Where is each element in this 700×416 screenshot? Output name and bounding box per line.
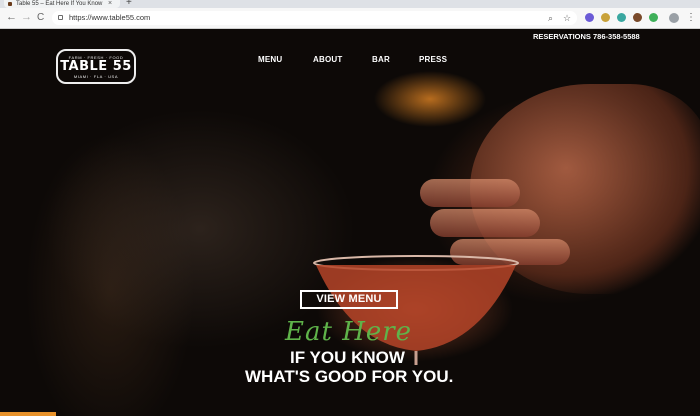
close-tab-icon[interactable]: ×: [108, 0, 112, 8]
tab-title: Table 55 – Eat Here If You Know: [16, 1, 103, 7]
url-text[interactable]: https://www.table55.com: [69, 12, 150, 24]
site-logo[interactable]: FARM · FRESH · FOOD TABLE 55 MIAMI · FLA…: [56, 49, 136, 84]
hero-tagline-line1: IF YOU KNOW: [290, 348, 405, 367]
nav-press-link[interactable]: PRESS: [419, 55, 447, 65]
bookmark-star-icon[interactable]: ☆: [563, 12, 571, 24]
logo-wordmark: TABLE 55: [60, 58, 132, 74]
forward-button[interactable]: →: [21, 11, 32, 24]
favicon-icon: [8, 2, 12, 6]
logo-tagline-bottom: MIAMI · FLA · USA: [73, 73, 119, 79]
view-menu-button[interactable]: VIEW MENU: [300, 290, 398, 309]
new-tab-button[interactable]: +: [126, 0, 132, 8]
extension-2-icon[interactable]: [601, 13, 610, 22]
hero-script-title: Eat Here: [285, 317, 413, 347]
reload-button[interactable]: C: [37, 11, 44, 24]
bottom-orange-tab[interactable]: [0, 412, 56, 416]
hero-tagline-line2: WHAT'S GOOD FOR YOU.: [245, 367, 454, 386]
finger-image: [430, 209, 540, 237]
hero-section: FARM · FRESH · FOOD TABLE 55 MIAMI · FLA…: [0, 29, 700, 416]
address-bar[interactable]: https://www.table55.com ⌕ ☆: [52, 11, 577, 25]
browser-toolbar: ← → C https://www.table55.com ⌕ ☆ ⋮: [0, 8, 700, 29]
nav-about-link[interactable]: ABOUT: [313, 55, 342, 65]
extension-1-icon[interactable]: [585, 13, 594, 22]
nav-bar-link[interactable]: BAR: [372, 55, 390, 65]
finger-image: [420, 179, 520, 207]
browser-tab[interactable]: Table 55 – Eat Here If You Know ×: [4, 0, 120, 8]
profile-avatar-icon[interactable]: [669, 13, 679, 23]
browser-menu-button[interactable]: ⋮: [686, 11, 696, 24]
back-button[interactable]: ←: [6, 11, 17, 24]
lock-icon: [58, 15, 63, 20]
reservations-phone[interactable]: RESERVATIONS 786-358-5588: [533, 32, 640, 42]
extension-5-icon[interactable]: [649, 13, 658, 22]
tab-strip: Table 55 – Eat Here If You Know × +: [0, 0, 700, 8]
nav-menu-link[interactable]: MENU: [258, 55, 282, 65]
extension-4-icon[interactable]: [633, 13, 642, 22]
extension-3-icon[interactable]: [617, 13, 626, 22]
search-icon[interactable]: ⌕: [548, 12, 553, 24]
